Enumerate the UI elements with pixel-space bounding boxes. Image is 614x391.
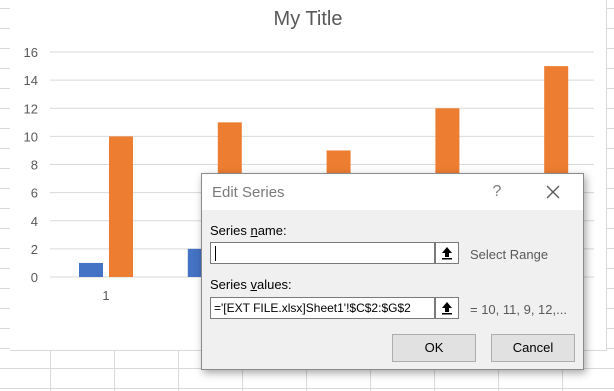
close-icon xyxy=(546,185,560,199)
y-tick-label: 16 xyxy=(24,45,38,60)
cancel-button[interactable]: Cancel xyxy=(491,334,575,362)
text-caret xyxy=(215,246,216,262)
y-tick-label: 0 xyxy=(31,270,38,285)
series-name-range-button[interactable] xyxy=(435,242,459,264)
collapse-range-icon xyxy=(442,247,452,260)
select-range-hint: Select Range xyxy=(470,247,549,262)
series-values-preview: = 10, 11, 9, 12,... xyxy=(470,302,567,317)
ok-button[interactable]: OK xyxy=(392,334,476,362)
series-values-label: Series values: xyxy=(210,277,292,292)
y-tick-label: 4 xyxy=(31,214,38,229)
edit-series-dialog: Edit Series ? Series name: Select Range … xyxy=(201,173,584,370)
x-tick-label: 1 xyxy=(102,288,109,303)
y-tick-label: 8 xyxy=(31,158,38,173)
bar[interactable] xyxy=(79,262,103,277)
help-button[interactable]: ? xyxy=(484,181,510,203)
y-tick-label: 6 xyxy=(31,186,38,201)
y-tick-label: 12 xyxy=(24,101,38,116)
dialog-titlebar[interactable]: Edit Series ? xyxy=(202,174,583,210)
y-tick-label: 14 xyxy=(24,73,38,88)
close-button[interactable] xyxy=(540,179,566,205)
series-values-range-button[interactable] xyxy=(435,297,459,319)
series-values-input[interactable]: ='[EXT FILE.xlsx]Sheet1'!$C$2:$G$2 xyxy=(210,297,435,319)
collapse-range-icon xyxy=(442,302,452,315)
series-name-input[interactable] xyxy=(210,242,435,264)
y-tick-label: 10 xyxy=(24,129,38,144)
bar[interactable] xyxy=(109,136,133,277)
y-tick-label: 2 xyxy=(31,242,38,257)
dialog-title: Edit Series xyxy=(212,184,285,201)
series-name-label: Series name: xyxy=(210,223,287,238)
